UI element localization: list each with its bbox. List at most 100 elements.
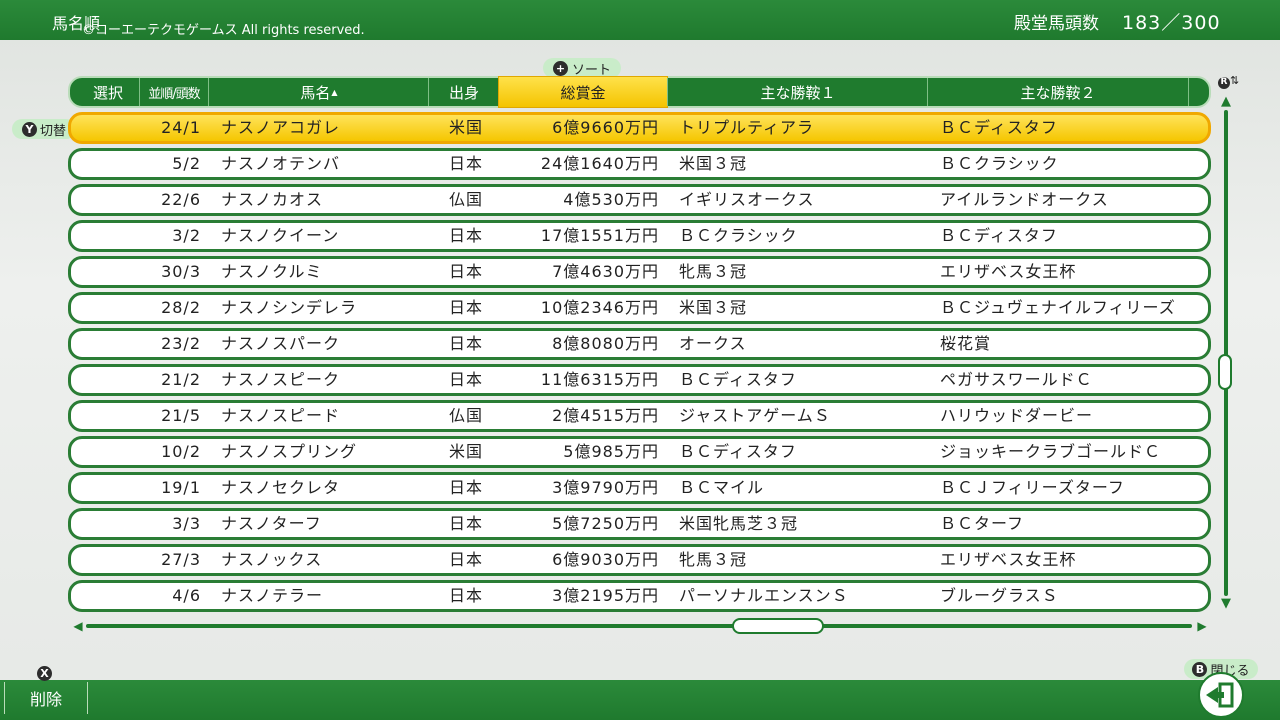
row-name: ナスノスパーク — [221, 334, 341, 353]
sort-label: ソート — [571, 62, 611, 78]
row-order: 28/2 — [161, 298, 201, 317]
row-prize: 7億4630万円 — [552, 262, 659, 281]
row-origin: 日本 — [448, 370, 483, 389]
row-origin: 日本 — [448, 478, 483, 497]
row-win1: ＢＣクラシック — [679, 226, 798, 245]
row-order: 3/2 — [172, 226, 201, 245]
switch-button[interactable]: Y 切替 — [12, 119, 76, 139]
row-origin: 米国 — [448, 118, 483, 137]
row-win1: ジャストアゲームＳ — [679, 406, 831, 425]
table-row[interactable]: 27/3 ナスノックス 日本 6億9030万円 牝馬３冠 エリザベス女王杯 — [68, 544, 1211, 576]
row-origin: 日本 — [448, 154, 483, 173]
column-header-name-label: 馬名 — [300, 83, 331, 102]
row-win2: ペガサスワールドＣ — [940, 370, 1093, 389]
row-prize: 5億7250万円 — [552, 514, 659, 533]
row-win1: 米国３冠 — [679, 154, 748, 173]
row-win1: 牝馬３冠 — [679, 550, 748, 569]
table-row[interactable]: 21/5 ナスノスピード 仏国 2億4515万円 ジャストアゲームＳ ハリウッドダービー — [68, 400, 1211, 432]
row-order: 27/3 — [161, 550, 201, 569]
table-row[interactable]: 23/2 ナスノスパーク 日本 8億8080万円 オークス 桜花賞 — [68, 328, 1211, 360]
row-name: ナスノクルミ — [221, 262, 323, 281]
row-win1: イギリスオークス — [679, 190, 815, 209]
row-prize: 17億1551万円 — [540, 226, 659, 245]
switch-label: 切替 — [39, 123, 66, 139]
row-order: 21/2 — [161, 370, 201, 389]
row-order: 5/2 — [172, 154, 201, 173]
horizontal-scroll-thumb[interactable] — [732, 618, 824, 634]
table-row[interactable]: 3/3 ナスノターフ 日本 5億7250万円 米国牝馬芝３冠 ＢＣターフ — [68, 508, 1211, 540]
row-win2: ジョッキークラブゴールドＣ — [940, 442, 1162, 461]
table-header: 選択 並順/頭数 馬名 ▲ 出身 総賞金 主な勝鞍１ 主な勝鞍２ — [68, 76, 1211, 108]
row-win2: アイルランドオークス — [940, 190, 1109, 209]
scroll-left-icon[interactable]: ◀ — [72, 619, 84, 633]
table-row[interactable]: 10/2 ナスノスプリング 米国 5億985万円 ＢＣディスタフ ジョッキークラブゴールド… — [68, 436, 1211, 468]
column-header-order[interactable]: 並順/頭数 — [139, 78, 208, 106]
r-button-icon: R ⇅ — [1218, 74, 1239, 89]
row-win1: 米国牝馬芝３冠 — [679, 514, 799, 533]
row-prize: 3億2195万円 — [552, 586, 659, 605]
vertical-scrollbar[interactable] — [1224, 110, 1228, 596]
row-order: 23/2 — [161, 334, 201, 353]
table-row[interactable]: 4/6 ナスノテラー 日本 3億2195万円 パーソナルエンスンＳ ブルーグラスＳ — [68, 580, 1211, 612]
row-prize: 5億985万円 — [563, 442, 659, 461]
row-name: ナスノカオス — [221, 190, 324, 209]
copyright-text: ©コーエーテクモゲームス All rights reserved. — [82, 23, 365, 38]
delete-label: 削除 — [29, 690, 62, 709]
row-origin: 日本 — [448, 586, 483, 605]
row-win2: ハリウッドダービー — [940, 406, 1094, 425]
scroll-right-icon[interactable]: ▶ — [1196, 619, 1208, 633]
row-prize: 2億4515万円 — [552, 406, 659, 425]
row-win2: ＢＣディスタフ — [940, 118, 1058, 137]
row-origin: 日本 — [448, 550, 483, 569]
exit-icon[interactable] — [1198, 672, 1244, 718]
table-row[interactable]: 19/1 ナスノセクレタ 日本 3億9790万円 ＢＣマイル ＢＣＪフィリーズターフ — [68, 472, 1211, 504]
sort-button[interactable]: + ソート — [543, 58, 621, 78]
row-prize: 6億9660万円 — [552, 118, 659, 137]
row-prize: 6億9030万円 — [552, 550, 659, 569]
horizontal-scrollbar[interactable] — [86, 624, 1192, 628]
table-row[interactable]: 30/3 ナスノクルミ 日本 7億4630万円 牝馬３冠 エリザベス女王杯 — [68, 256, 1211, 288]
delete-button[interactable]: 削除 — [4, 682, 88, 714]
column-header-win2[interactable]: 主な勝鞍２ — [927, 78, 1189, 106]
row-prize: 8億8080万円 — [552, 334, 659, 353]
row-prize: 3億9790万円 — [552, 478, 659, 497]
row-prize: 11億6315万円 — [540, 370, 659, 389]
column-header-prize[interactable]: 総賞金 — [498, 76, 668, 108]
row-origin: 米国 — [448, 442, 483, 461]
row-order: 30/3 — [161, 262, 201, 281]
row-origin: 仏国 — [448, 190, 483, 209]
table-row[interactable]: 21/2 ナスノスピーク 日本 11億6315万円 ＢＣディスタフ ペガサスワールドＣ — [68, 364, 1211, 396]
column-header-name[interactable]: 馬名 ▲ — [208, 78, 429, 106]
row-prize: 4億530万円 — [563, 190, 659, 209]
row-name: ナスノスプリング — [221, 442, 358, 461]
plus-button-icon: + — [552, 60, 568, 76]
row-prize: 10億2346万円 — [540, 298, 659, 317]
table-row[interactable]: 24/1 ナスノアコガレ 米国 6億9660万円 トリプルティアラ ＢＣディスタフ — [68, 112, 1211, 144]
row-order: 24/1 — [161, 118, 201, 137]
row-name: ナスノアコガレ — [221, 118, 341, 137]
row-win1: ＢＣマイル — [679, 478, 765, 497]
table-row[interactable]: 28/2 ナスノシンデレラ 日本 10億2346万円 米国３冠 ＢＣジュヴェナイルフィリー… — [68, 292, 1211, 324]
column-header-win1[interactable]: 主な勝鞍１ — [667, 78, 928, 106]
row-origin: 日本 — [448, 262, 483, 281]
column-header-origin[interactable]: 出身 — [428, 78, 499, 106]
row-name: ナスノスピーク — [221, 370, 341, 389]
row-win2: ＢＣディスタフ — [940, 226, 1058, 245]
row-win2: ＢＣターフ — [940, 514, 1025, 533]
column-header-select[interactable]: 選択 — [85, 78, 131, 106]
row-order: 3/3 — [172, 514, 201, 533]
table-row[interactable]: 5/2 ナスノオテンバ 日本 24億1640万円 米国３冠 ＢＣクラシック — [68, 148, 1211, 180]
row-name: ナスノスピード — [221, 406, 341, 425]
row-name: ナスノターフ — [221, 514, 322, 533]
row-name: ナスノオテンバ — [221, 154, 341, 173]
table-row[interactable]: 22/6 ナスノカオス 仏国 4億530万円 イギリスオークス アイルランドオークス — [68, 184, 1211, 216]
scroll-up-icon[interactable]: ▲ — [1219, 95, 1233, 108]
row-win1: パーソナルエンスンＳ — [679, 586, 849, 605]
table-row[interactable]: 3/2 ナスノクイーン 日本 17億1551万円 ＢＣクラシック ＢＣディスタフ — [68, 220, 1211, 252]
y-button-icon: Y — [21, 121, 37, 137]
row-order: 19/1 — [161, 478, 201, 497]
row-win2: エリザベス女王杯 — [940, 262, 1077, 281]
row-name: ナスノシンデレラ — [221, 298, 358, 317]
scroll-down-icon[interactable]: ▼ — [1219, 597, 1233, 610]
vertical-scroll-thumb[interactable] — [1218, 354, 1232, 390]
